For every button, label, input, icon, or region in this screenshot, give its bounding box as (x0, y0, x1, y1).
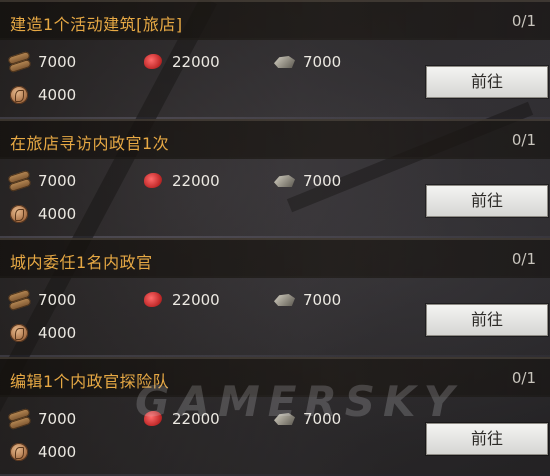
wood-icon (6, 289, 32, 311)
reward-wood-value: 7000 (38, 53, 77, 71)
quest-card: 建造1个活动建筑[旅店] 0/1 7000 22000 7000 4000 前往 (0, 0, 550, 117)
reward-coin-value: 4000 (38, 443, 77, 461)
reward-stone-value: 7000 (303, 53, 342, 71)
quest-title-bar: 城内委任1名内政官 0/1 (0, 238, 550, 278)
reward-meat: 22000 (140, 287, 220, 313)
stone-icon (271, 289, 297, 311)
coin-icon (6, 441, 32, 463)
quest-progress: 0/1 (511, 12, 536, 30)
quest-progress: 0/1 (511, 250, 536, 268)
watermark: GAMERSKY (135, 377, 463, 426)
coin-icon (6, 203, 32, 225)
meat-icon (140, 170, 166, 192)
quest-rewards: 7000 22000 7000 4000 前往 (0, 38, 550, 117)
reward-meat: 22000 (140, 168, 220, 194)
reward-coin: 4000 (6, 320, 76, 346)
meat-icon (140, 289, 166, 311)
reward-meat-value: 22000 (172, 291, 220, 309)
wood-icon (6, 170, 32, 192)
quest-title: 建造1个活动建筑[旅店] (10, 15, 183, 34)
quest-card: 在旅店寻访内政官1次 0/1 7000 22000 7000 4000 前往 (0, 119, 550, 236)
go-button[interactable]: 前往 (426, 304, 548, 336)
quest-title: 在旅店寻访内政官1次 (10, 134, 170, 153)
go-button[interactable]: 前往 (426, 423, 548, 455)
quest-title-bar: 在旅店寻访内政官1次 0/1 (0, 119, 550, 159)
reward-stone: 7000 (271, 168, 341, 194)
reward-coin: 4000 (6, 439, 76, 465)
stone-icon (271, 170, 297, 192)
reward-wood-value: 7000 (38, 172, 77, 190)
quest-title-bar: 建造1个活动建筑[旅店] 0/1 (0, 0, 550, 40)
wood-icon (6, 408, 32, 430)
reward-coin-value: 4000 (38, 205, 77, 223)
reward-wood-value: 7000 (38, 410, 77, 428)
meat-icon (140, 51, 166, 73)
reward-meat-value: 22000 (172, 53, 220, 71)
quest-progress: 0/1 (511, 369, 536, 387)
stone-icon (271, 51, 297, 73)
reward-meat: 22000 (140, 49, 220, 75)
reward-wood: 7000 (6, 168, 76, 194)
reward-stone-value: 7000 (303, 172, 342, 190)
reward-stone-value: 7000 (303, 291, 342, 309)
reward-coin: 4000 (6, 82, 76, 108)
quest-rewards: 7000 22000 7000 4000 前往 (0, 157, 550, 236)
coin-icon (6, 322, 32, 344)
go-button[interactable]: 前往 (426, 185, 548, 217)
quest-progress: 0/1 (511, 131, 536, 149)
quest-rewards: 7000 22000 7000 4000 前往 (0, 276, 550, 355)
reward-wood-value: 7000 (38, 291, 77, 309)
reward-wood: 7000 (6, 49, 76, 75)
reward-wood: 7000 (6, 406, 76, 432)
coin-icon (6, 84, 32, 106)
quest-card: 城内委任1名内政官 0/1 7000 22000 7000 4000 前往 (0, 238, 550, 355)
reward-stone: 7000 (271, 49, 341, 75)
reward-stone: 7000 (271, 287, 341, 313)
reward-meat-value: 22000 (172, 172, 220, 190)
quest-title: 城内委任1名内政官 (10, 253, 153, 272)
reward-wood: 7000 (6, 287, 76, 313)
go-button[interactable]: 前往 (426, 66, 548, 98)
reward-coin-value: 4000 (38, 86, 77, 104)
wood-icon (6, 51, 32, 73)
reward-coin-value: 4000 (38, 324, 77, 342)
reward-coin: 4000 (6, 201, 76, 227)
